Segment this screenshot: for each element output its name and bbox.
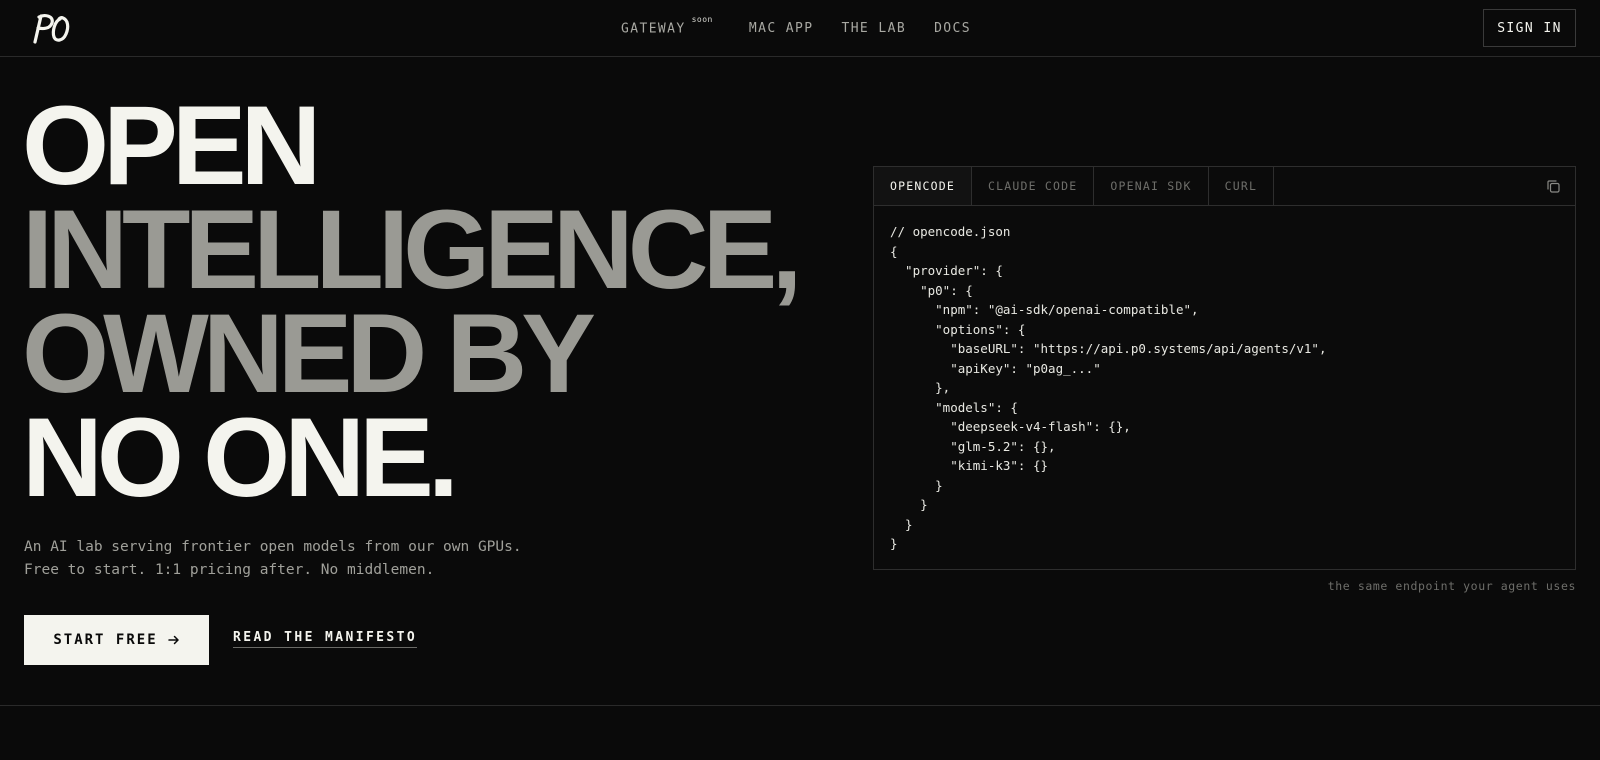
tab-claude-code[interactable]: CLAUDE CODE [972, 167, 1095, 205]
copy-icon[interactable] [1546, 179, 1561, 194]
nav-item-docs[interactable]: DOCS [934, 21, 971, 36]
headline-line-4: NO ONE. [22, 395, 459, 520]
sign-in-button[interactable]: SIGN IN [1483, 9, 1576, 47]
nav-item-mac-app[interactable]: MAC APP [749, 21, 814, 36]
arrow-right-icon [167, 634, 180, 646]
start-free-button[interactable]: START FREE [24, 615, 209, 665]
code-snippet: // opencode.json { "provider": { "p0": {… [890, 224, 1327, 551]
headline-line-1: OPEN [22, 83, 321, 208]
tab-curl[interactable]: CURL [1209, 167, 1275, 205]
tab-opencode[interactable]: OPENCODE [874, 167, 972, 205]
code-caption: the same endpoint your agent uses [1327, 579, 1576, 593]
code-panel: OPENCODE CLAUDE CODE OPENAI SDK CURL // … [873, 166, 1576, 570]
site-header: GATEWAYsoon MAC APP THE LAB DOCS SIGN IN [0, 0, 1600, 57]
p0-logo[interactable] [30, 11, 72, 45]
headline-line-3: OWNED BY [22, 291, 596, 416]
code-tabs: OPENCODE CLAUDE CODE OPENAI SDK CURL [874, 167, 1575, 206]
headline-line-2: INTELLIGENCE, [22, 187, 802, 312]
read-manifesto-link[interactable]: READ THE MANIFESTO [233, 630, 418, 648]
soon-badge: soon [691, 14, 713, 24]
main-nav: GATEWAYsoon MAC APP THE LAB DOCS [0, 0, 1600, 56]
nav-item-gateway[interactable]: GATEWAYsoon [621, 15, 713, 36]
nav-item-the-lab[interactable]: THE LAB [841, 21, 906, 36]
tab-openai-sdk[interactable]: OPENAI SDK [1094, 167, 1209, 205]
hero-headline: OPEN INTELLIGENCE, OWNED BY NO ONE. [22, 83, 802, 520]
section-divider [0, 705, 1600, 706]
hero-subtext: An AI lab serving frontier open models f… [24, 539, 522, 578]
start-free-label: START FREE [53, 632, 158, 648]
